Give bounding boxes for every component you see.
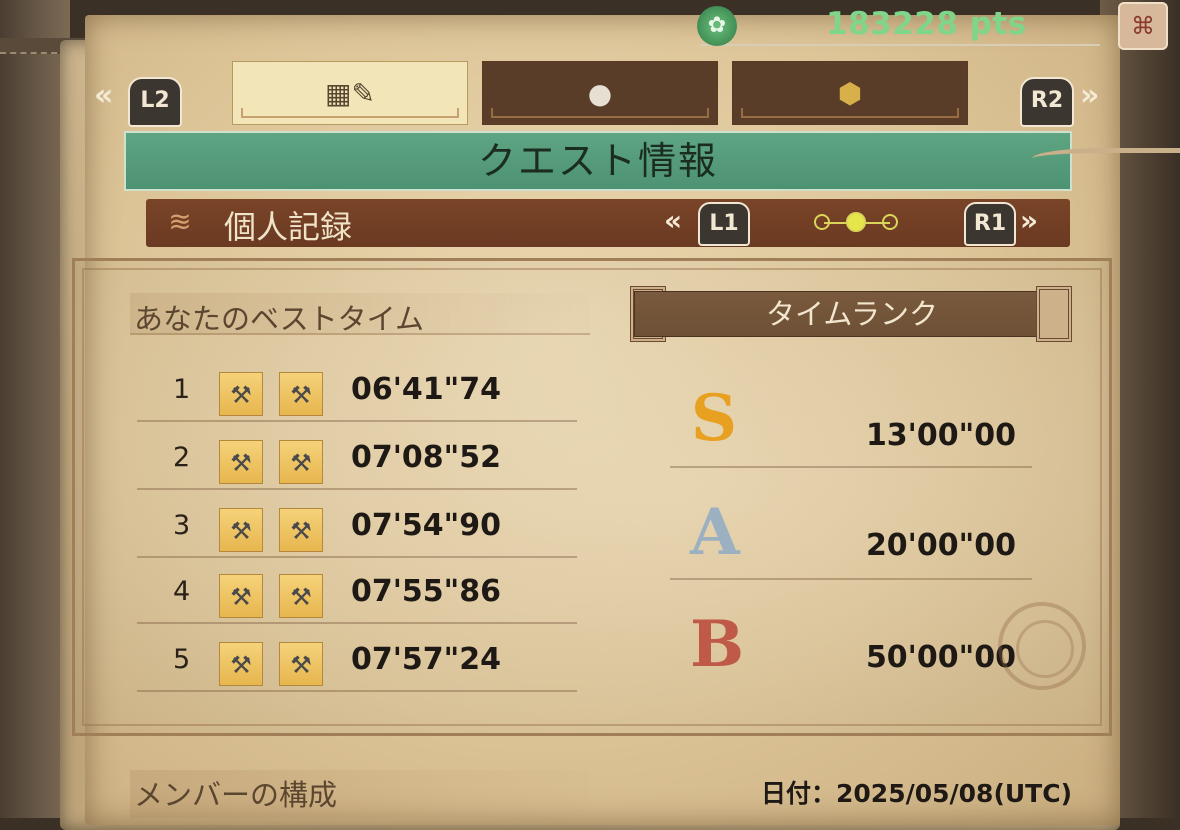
monster-crest-icon: ⬢ [837, 76, 863, 110]
guild-emblem-icon: ✿ [697, 6, 737, 46]
best-time-row: 1 ⚒ ⚒ 06'41"74 [137, 354, 577, 422]
chevron-left-icon: « [94, 78, 114, 113]
hammer-icon: ⚒ [219, 372, 263, 416]
best-time-row: 3 ⚒ ⚒ 07'54"90 [137, 490, 577, 558]
best-time-row: 4 ⚒ ⚒ 07'55"86 [137, 556, 577, 624]
rope-decoration [1032, 148, 1180, 169]
page-dot [882, 214, 898, 230]
map-icon[interactable]: ⌘ [1118, 2, 1168, 50]
points-display: 183228 pts [826, 6, 1027, 42]
row-time: 07'08"52 [351, 440, 502, 475]
row-rank: 4 [173, 576, 191, 607]
members-title: メンバーの構成 [134, 778, 338, 812]
seal-decoration [998, 602, 1086, 690]
rank-row-s: S 13'00"00 [670, 356, 1032, 468]
tab-monster[interactable]: ⬢ [732, 61, 968, 125]
l1-button[interactable]: L1 [698, 202, 750, 246]
hammer-icon: ⚒ [219, 642, 263, 686]
hammer-icon: ⚒ [219, 508, 263, 552]
row-rank: 1 [173, 374, 191, 405]
row-time: 06'41"74 [351, 372, 502, 407]
rank-time: 13'00"00 [865, 418, 1016, 453]
page-dot [814, 214, 830, 230]
tab-decoration [491, 108, 709, 118]
rank-b-icon: B [690, 607, 745, 682]
hammer-icon: ⚒ [279, 642, 323, 686]
rank-s-icon: S [690, 381, 738, 456]
rank-header-cap-right [1036, 286, 1072, 342]
chevron-left-icon: « [664, 204, 683, 237]
best-time-row: 5 ⚒ ⚒ 07'57"24 [137, 624, 577, 692]
tab-hints[interactable]: ● [482, 61, 718, 125]
hint-bulb-icon: ● [587, 76, 613, 110]
hammer-icon: ⚒ [279, 440, 323, 484]
row-time: 07'54"90 [351, 508, 502, 543]
quest-info-icon: ▦✎ [325, 76, 375, 110]
rank-time: 20'00"00 [865, 528, 1016, 563]
rank-a-icon: A [690, 495, 740, 570]
hammer-icon: ⚒ [219, 440, 263, 484]
record-icon: ≋ [168, 205, 192, 238]
hammer-icon: ⚒ [279, 508, 323, 552]
page-indicator [814, 211, 900, 235]
hammer-icon: ⚒ [279, 372, 323, 416]
hammer-icon: ⚒ [219, 574, 263, 618]
rank-row-a: A 20'00"00 [670, 468, 1032, 580]
row-rank: 5 [173, 644, 191, 675]
best-time-title: あなたのベストタイム [134, 302, 425, 336]
tab-decoration [741, 108, 959, 118]
date-label: 日付：2025/05/08(UTC) [761, 779, 1072, 808]
hammer-icon: ⚒ [279, 574, 323, 618]
rank-time: 50'00"00 [865, 640, 1016, 675]
r2-button[interactable]: R2 [1020, 77, 1074, 127]
row-time: 07'57"24 [351, 642, 502, 677]
time-rank-title: タイムランク [634, 291, 1070, 337]
points-underline [700, 44, 1100, 46]
best-time-row: 2 ⚒ ⚒ 07'08"52 [137, 422, 577, 490]
row-rank: 3 [173, 510, 191, 541]
tab-quest-info[interactable]: ▦✎ [232, 61, 468, 125]
l2-button[interactable]: L2 [128, 77, 182, 127]
subheader-title: 個人記録 [224, 208, 353, 246]
r1-button[interactable]: R1 [964, 202, 1016, 246]
chevron-right-icon: » [1080, 78, 1100, 113]
rank-row-b: B 50'00"00 [670, 580, 1032, 690]
chevron-right-icon: » [1020, 204, 1039, 237]
page-title: クエスト情報 [124, 131, 1072, 191]
page-dot-active [846, 212, 866, 232]
row-time: 07'55"86 [351, 574, 502, 609]
tab-decoration [241, 108, 459, 118]
row-rank: 2 [173, 442, 191, 473]
